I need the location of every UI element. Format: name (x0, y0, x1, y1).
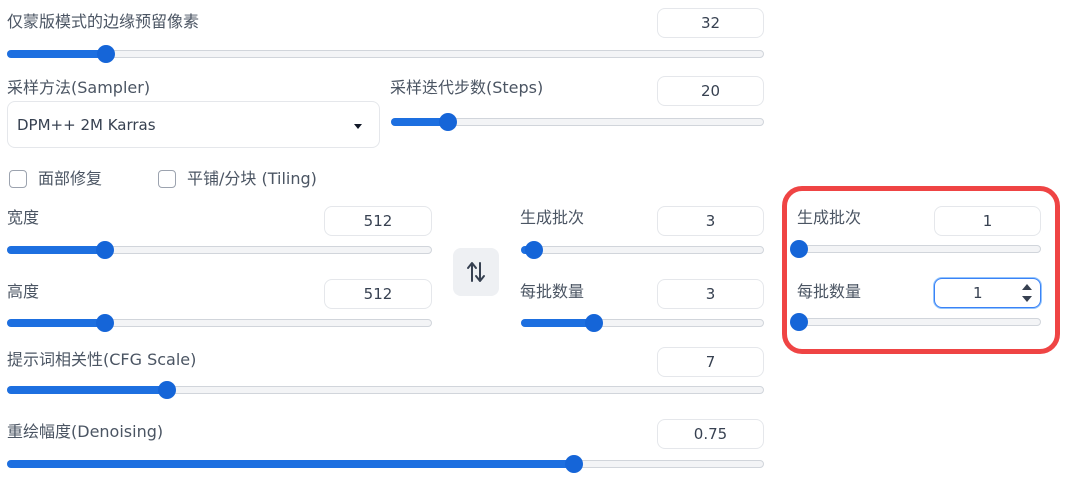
width-input[interactable]: 512 (324, 206, 432, 236)
cfg-scale-slider[interactable] (7, 381, 764, 399)
denoising-slider-fill (7, 460, 574, 468)
batch-count-input[interactable]: 3 (657, 206, 764, 236)
dropdown-caret-icon (354, 124, 362, 129)
hl-batch-size-input[interactable]: 1 (934, 278, 1041, 308)
hl-batch-count-input[interactable]: 1 (934, 206, 1041, 236)
face-restore-label: 面部修复 (38, 169, 103, 188)
hl-batch-size-label: 每批数量 (797, 282, 862, 301)
mask-padding-slider-fill (7, 50, 106, 58)
width-slider-thumb[interactable] (96, 241, 115, 259)
width-slider[interactable] (7, 241, 432, 259)
batch-count-label: 生成批次 (520, 208, 585, 227)
hl-batch-count-label: 生成批次 (797, 208, 862, 227)
cfg-scale-label: 提示词相关性(CFG Scale) (7, 350, 197, 369)
width-label: 宽度 (7, 208, 40, 227)
batch-count-slider-thumb[interactable] (525, 241, 544, 259)
denoising-slider[interactable] (7, 455, 764, 473)
sampler-label: 采样方法(Sampler) (7, 78, 151, 97)
steps-label: 采样迭代步数(Steps) (390, 78, 544, 97)
sampler-selected-value: DPM++ 2M Karras (17, 116, 156, 134)
hl-batch-count-slider-thumb[interactable] (790, 240, 808, 258)
swap-dimensions-button[interactable] (453, 248, 499, 296)
height-slider-fill (7, 319, 105, 327)
batch-size-slider-thumb[interactable] (585, 314, 604, 332)
denoising-input[interactable]: 0.75 (657, 419, 764, 449)
cfg-scale-slider-thumb[interactable] (157, 381, 176, 399)
hl-batch-size-slider[interactable] (790, 313, 1041, 331)
steps-slider[interactable] (391, 113, 764, 131)
batch-size-slider[interactable] (521, 314, 764, 332)
batch-size-slider-fill (521, 319, 594, 327)
cfg-scale-slider-fill (7, 386, 166, 394)
height-input[interactable]: 512 (324, 279, 432, 309)
width-slider-fill (7, 246, 105, 254)
steps-input[interactable]: 20 (657, 76, 764, 106)
height-slider-thumb[interactable] (96, 314, 115, 332)
sampler-dropdown[interactable]: DPM++ 2M Karras (7, 101, 380, 148)
face-restore-checkbox[interactable] (9, 170, 27, 188)
steps-slider-thumb[interactable] (438, 113, 457, 131)
mask-padding-slider-thumb[interactable] (97, 45, 116, 63)
mask-padding-label: 仅蒙版模式的边缘预留像素 (7, 12, 200, 31)
denoising-slider-thumb[interactable] (565, 455, 584, 473)
batch-count-slider[interactable] (521, 241, 764, 259)
height-label: 高度 (7, 282, 40, 301)
height-slider[interactable] (7, 314, 432, 332)
hl-batch-count-slider[interactable] (790, 240, 1041, 258)
tiling-checkbox[interactable] (158, 170, 176, 188)
cfg-scale-input[interactable]: 7 (657, 347, 764, 377)
swap-vertical-arrows-icon (467, 262, 485, 282)
batch-size-label: 每批数量 (520, 282, 585, 301)
hl-batch-size-value: 1 (973, 284, 983, 302)
denoising-label: 重绘幅度(Denoising) (7, 422, 164, 441)
tiling-label: 平铺/分块 (Tiling) (187, 169, 317, 188)
number-spinner-icon[interactable] (1022, 283, 1032, 303)
mask-padding-slider[interactable] (7, 45, 764, 63)
mask-padding-input[interactable]: 32 (657, 8, 764, 38)
hl-batch-size-slider-thumb[interactable] (790, 313, 808, 331)
batch-size-input[interactable]: 3 (657, 279, 764, 309)
